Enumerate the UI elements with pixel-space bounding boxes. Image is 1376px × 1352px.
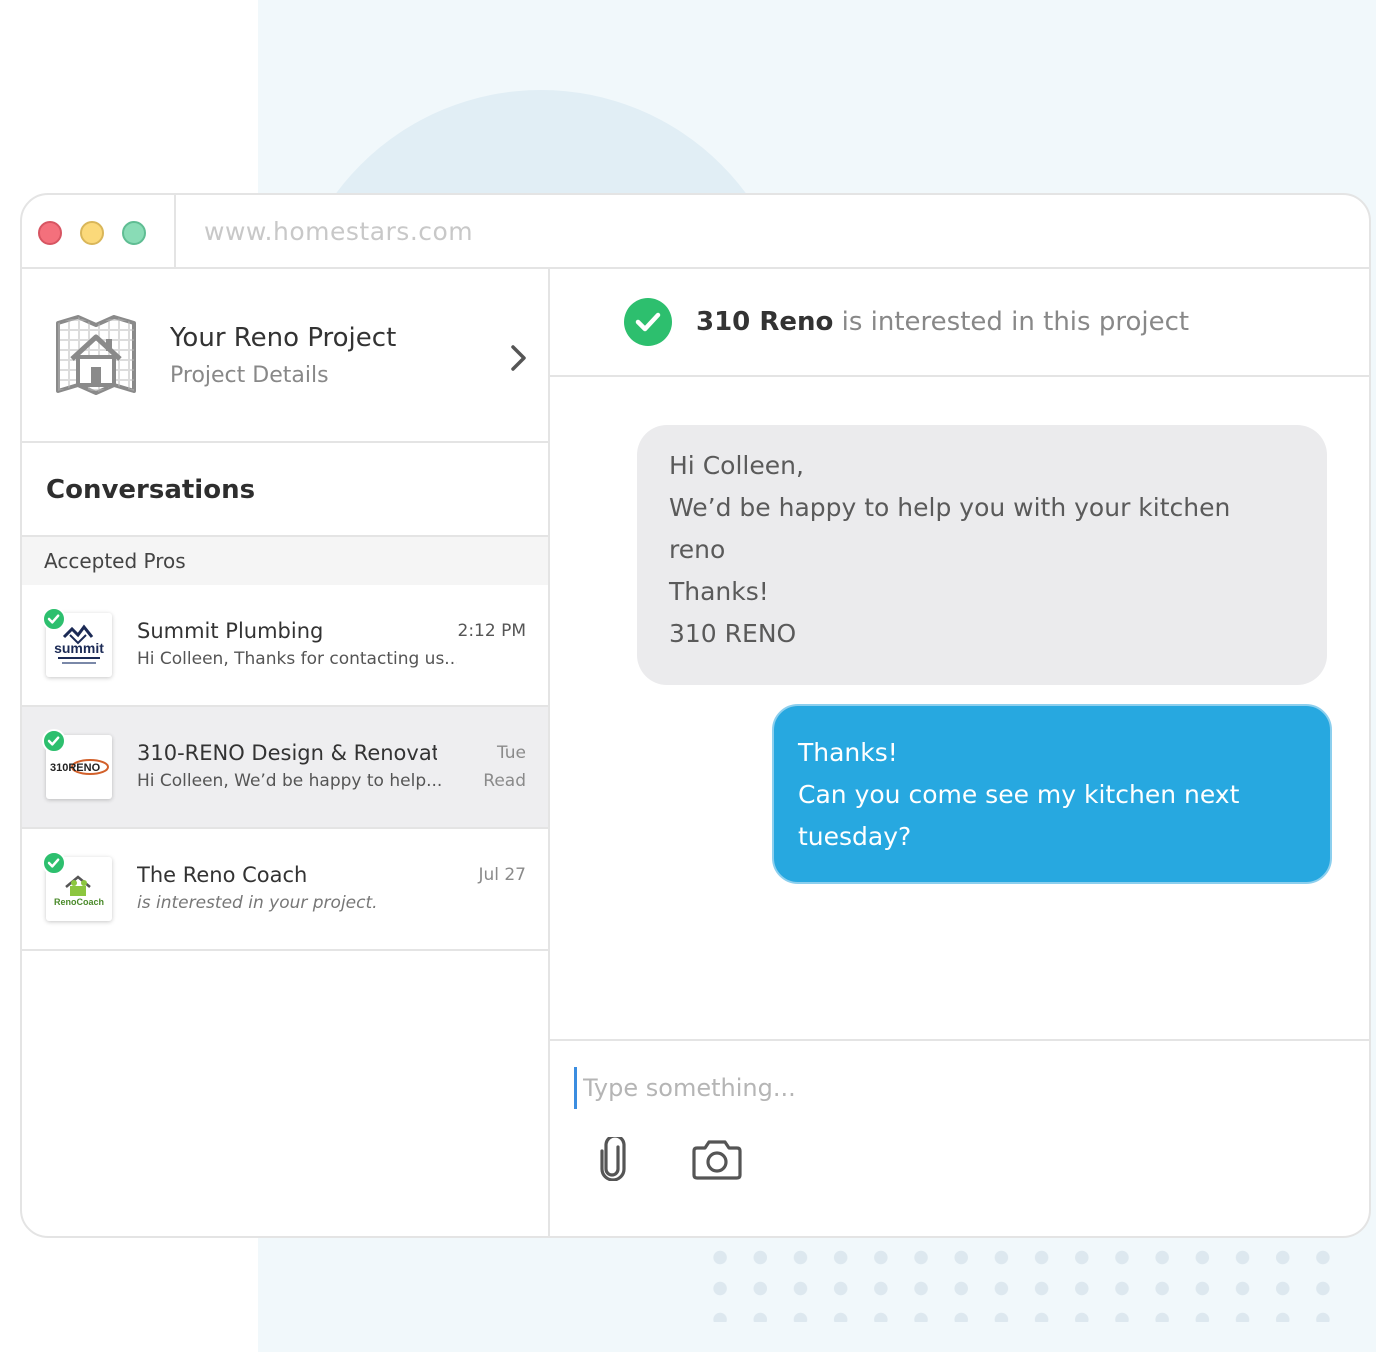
310-reno-logo-text: 310RENO: [50, 762, 101, 774]
conversation-time: Tue: [496, 743, 526, 763]
message-input[interactable]: [574, 1067, 1334, 1109]
verified-check-icon: [42, 729, 66, 753]
conversation-preview: Hi Colleen, Thanks for contacting us...: [137, 649, 457, 669]
read-status: Read: [483, 771, 526, 791]
chat-header: 310 Reno is interested in this project: [550, 269, 1369, 377]
message-outgoing: Thanks! Can you come see my kitchen next…: [772, 704, 1332, 884]
conversation-name: The Reno Coach: [137, 863, 308, 887]
verified-check-icon: [42, 607, 66, 631]
project-details-link[interactable]: Your Reno Project Project Details: [22, 269, 548, 443]
camera-icon[interactable]: [690, 1139, 744, 1181]
house-map-icon: [56, 315, 136, 395]
maximize-window-button[interactable]: [122, 221, 146, 245]
address-bar[interactable]: www.homestars.com: [204, 217, 473, 246]
chat-panel: 310 Reno is interested in this project H…: [550, 269, 1369, 1236]
conversation-name: 310-RENO Design & Renovat...: [137, 741, 437, 765]
conversation-preview: Hi Colleen, We’d be happy to help...: [137, 771, 443, 791]
browser-window: www.homestars.com Your Reno Project Proj…: [20, 193, 1371, 1238]
close-window-button[interactable]: [38, 221, 62, 245]
verified-check-icon: [42, 851, 66, 875]
project-title: Your Reno Project: [170, 323, 397, 353]
conversation-time: Jul 27: [478, 865, 526, 885]
summit-logo-text: summit: [54, 640, 104, 656]
chevron-right-icon: [511, 345, 526, 371]
conversation-item-summit-plumbing[interactable]: summit Summit Plumbing Hi Colleen, Thank…: [22, 585, 548, 707]
message-incoming: Hi Colleen, We’d be happy to help you wi…: [637, 425, 1327, 685]
sidebar: Your Reno Project Project Details Conver…: [22, 269, 550, 1236]
paperclip-icon[interactable]: [596, 1137, 630, 1181]
accepted-pros-label: Accepted Pros: [22, 537, 548, 585]
conversation-time: 2:12 PM: [457, 621, 527, 641]
message-composer: [550, 1039, 1369, 1236]
check-circle-icon: [624, 298, 672, 346]
background-dots: [700, 1242, 1340, 1322]
conversation-item-310-reno[interactable]: 310RENO 310-RENO Design & Renovat... Hi …: [22, 707, 548, 829]
url-divider: [174, 195, 176, 267]
conversations-heading: Conversations: [46, 475, 256, 505]
conversation-preview: is interested in your project.: [137, 893, 378, 913]
interest-notice: 310 Reno is interested in this project: [696, 307, 1189, 337]
project-subtitle: Project Details: [170, 363, 329, 388]
reno-coach-logo-text: RenoCoach: [54, 897, 104, 907]
interest-text: is interested in this project: [833, 307, 1190, 337]
conversation-name: Summit Plumbing: [137, 619, 324, 643]
conversation-item-reno-coach[interactable]: RenoCoach The Reno Coach is interested i…: [22, 829, 548, 951]
minimize-window-button[interactable]: [80, 221, 104, 245]
browser-titlebar: www.homestars.com: [22, 195, 1369, 269]
interest-company: 310 Reno: [696, 307, 834, 337]
